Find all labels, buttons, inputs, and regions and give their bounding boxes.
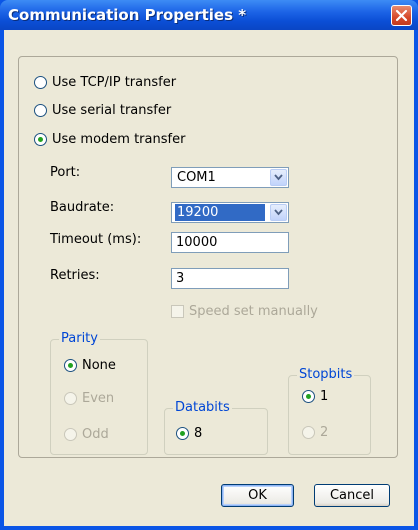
radio-circle-icon bbox=[302, 426, 315, 439]
close-button[interactable] bbox=[391, 5, 412, 26]
radio-tcpip[interactable]: Use TCP/IP transfer bbox=[34, 75, 176, 90]
radio-circle-icon bbox=[64, 392, 77, 405]
parity-none-label: None bbox=[82, 358, 116, 373]
checkbox-box-icon bbox=[171, 305, 184, 318]
parity-even-label: Even bbox=[82, 391, 115, 406]
timeout-input[interactable]: 10000 bbox=[171, 232, 289, 253]
radio-circle-icon bbox=[64, 359, 77, 372]
stopbits-2-label: 2 bbox=[320, 425, 329, 440]
baudrate-label: Baudrate: bbox=[50, 200, 115, 215]
radio-circle-icon bbox=[64, 428, 77, 441]
stopbits-legend: Stopbits bbox=[297, 367, 355, 383]
radio-parity-odd[interactable]: Odd bbox=[64, 427, 109, 442]
radio-selected-dot-icon bbox=[68, 363, 73, 368]
databits-legend: Databits bbox=[173, 400, 232, 416]
stopbits-1-label: 1 bbox=[320, 389, 329, 404]
port-dropdown-button[interactable] bbox=[270, 169, 287, 186]
chevron-down-icon bbox=[274, 209, 283, 216]
radio-circle-icon bbox=[34, 104, 47, 117]
radio-circle-icon bbox=[176, 427, 189, 440]
speed-manual-label: Speed set manually bbox=[189, 304, 318, 319]
timeout-label: Timeout (ms): bbox=[50, 232, 142, 247]
retries-label: Retries: bbox=[50, 268, 100, 283]
dialog-window: Communication Properties * Use TCP/IP tr… bbox=[0, 0, 418, 530]
radio-modem-label: Use modem transfer bbox=[52, 132, 186, 147]
retries-input[interactable]: 3 bbox=[171, 268, 289, 289]
radio-selected-dot-icon bbox=[180, 431, 185, 436]
radio-modem[interactable]: Use modem transfer bbox=[34, 132, 185, 147]
ok-button[interactable]: OK bbox=[221, 484, 294, 507]
close-x-icon bbox=[395, 9, 408, 22]
radio-circle-icon bbox=[302, 390, 315, 403]
databits-8-label: 8 bbox=[194, 426, 203, 441]
stopbits-group: Stopbits bbox=[288, 367, 371, 455]
radio-databits-8[interactable]: 8 bbox=[176, 426, 202, 441]
title-bar[interactable]: Communication Properties * bbox=[0, 0, 418, 30]
radio-stopbits-1[interactable]: 1 bbox=[302, 389, 328, 404]
chevron-down-icon bbox=[274, 174, 283, 181]
radio-stopbits-2[interactable]: 2 bbox=[302, 425, 328, 440]
baudrate-combobox[interactable]: 19200 bbox=[171, 202, 289, 223]
radio-circle-icon bbox=[34, 133, 47, 146]
timeout-value: 10000 bbox=[176, 235, 218, 250]
port-value: COM1 bbox=[177, 170, 216, 185]
radio-tcpip-label: Use TCP/IP transfer bbox=[52, 75, 177, 90]
parity-legend: Parity bbox=[59, 331, 100, 347]
baudrate-dropdown-button[interactable] bbox=[270, 204, 287, 221]
baudrate-value: 19200 bbox=[175, 204, 265, 221]
dialog-body: Use TCP/IP transfer Use serial transfer … bbox=[4, 30, 414, 526]
cancel-button[interactable]: Cancel bbox=[314, 484, 390, 507]
window-title: Communication Properties * bbox=[8, 6, 247, 24]
radio-selected-dot-icon bbox=[306, 394, 311, 399]
port-label: Port: bbox=[50, 165, 81, 180]
radio-selected-dot-icon bbox=[38, 137, 43, 142]
speed-manual-checkbox[interactable]: Speed set manually bbox=[171, 304, 318, 319]
retries-value: 3 bbox=[176, 271, 185, 286]
radio-parity-none[interactable]: None bbox=[64, 358, 116, 373]
parity-odd-label: Odd bbox=[82, 427, 109, 442]
radio-serial-label: Use serial transfer bbox=[52, 103, 172, 118]
radio-circle-icon bbox=[34, 76, 47, 89]
radio-parity-even[interactable]: Even bbox=[64, 391, 114, 406]
port-combobox[interactable]: COM1 bbox=[171, 167, 289, 188]
radio-serial[interactable]: Use serial transfer bbox=[34, 103, 171, 118]
